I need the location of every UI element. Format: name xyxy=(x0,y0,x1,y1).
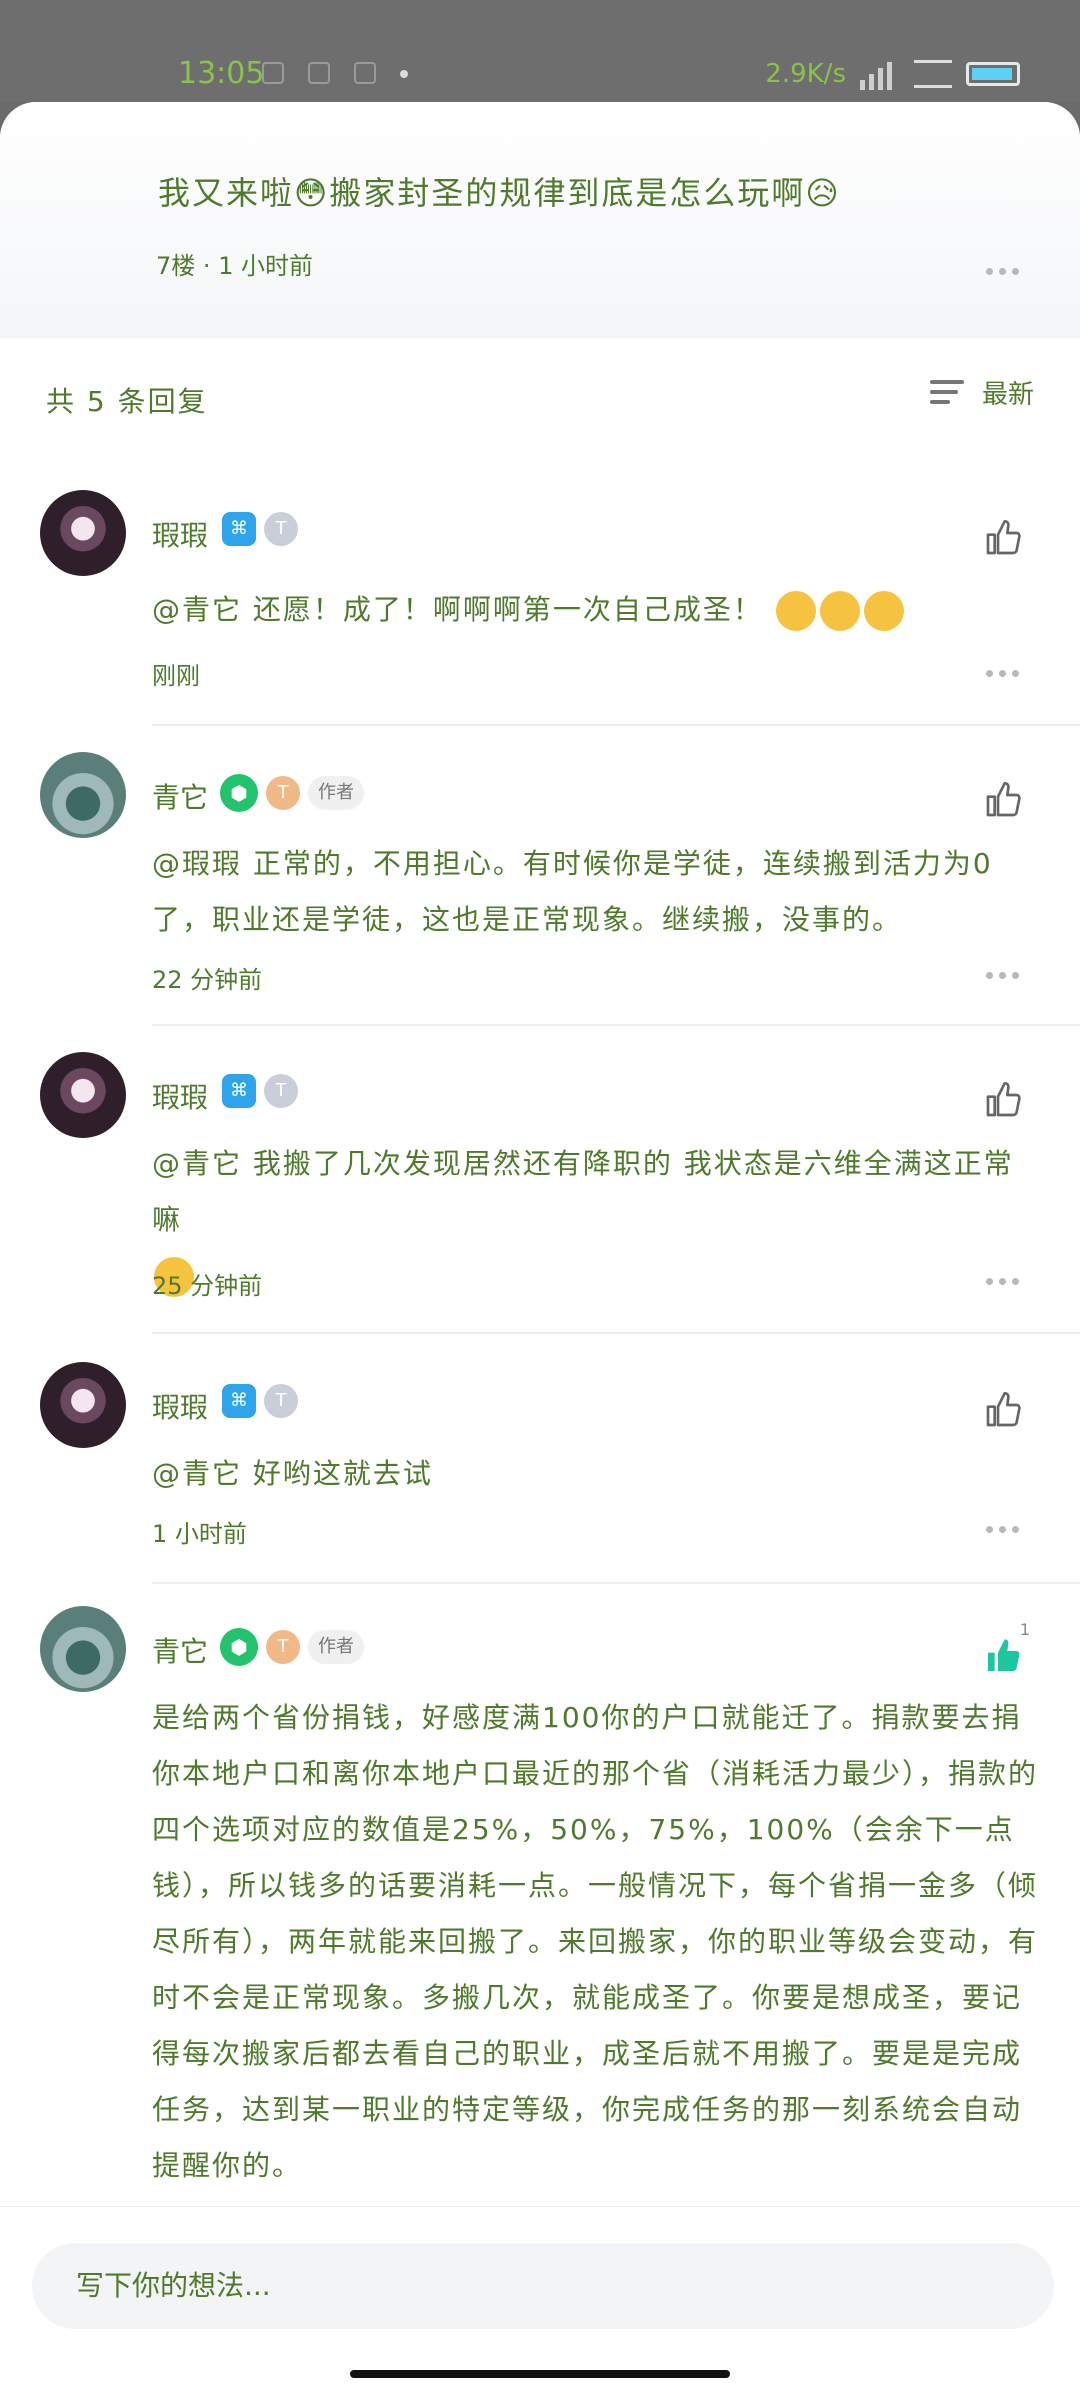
comment-item: 瑕瑕 ⌘ T @青它 我搬了几次发现居然还有降职的 我状态是六维全满这正常嘛 2… xyxy=(0,1052,1080,1352)
user-badges: ⬢ T 作者 xyxy=(220,774,364,812)
comment-author-name[interactable]: 青它 xyxy=(152,776,208,816)
replies-sheet: 我又来啦😳搬家封圣的规律到底是怎么玩啊😥 7楼 · 1 小时前 共 5 条回复 … xyxy=(0,102,1080,2400)
more-notifications-dot-icon xyxy=(400,70,408,78)
comment-text: @青它 好哟这就去试 xyxy=(152,1457,433,1490)
author-tag: 作者 xyxy=(308,776,364,810)
level-badge-icon: T xyxy=(266,776,300,810)
wifi-icon xyxy=(914,60,952,88)
shield-notification-icon xyxy=(354,62,376,84)
divider xyxy=(152,1024,1080,1026)
level-badge-icon: T xyxy=(266,1630,300,1664)
status-right-group: 2.9K/s xyxy=(765,58,1020,90)
comment-time: 22 分钟前 xyxy=(152,966,263,994)
comment-input[interactable]: 写下你的想法... xyxy=(32,2243,1054,2329)
divider xyxy=(152,1582,1080,1584)
parent-comment-text: 我又来啦😳搬家封圣的规律到底是怎么玩啊😥 xyxy=(158,174,841,212)
divider xyxy=(152,1332,1080,1334)
heart-eyes-emoji-icon xyxy=(863,591,904,631)
reply-count: 共 5 条回复 xyxy=(46,385,208,418)
sort-button[interactable]: 最新 xyxy=(929,374,1034,411)
like-count: 1 xyxy=(1019,1620,1030,1639)
avatar[interactable] xyxy=(40,752,126,838)
app-notification-icon xyxy=(308,62,330,84)
like-button[interactable] xyxy=(982,1080,1024,1120)
image-notification-icon xyxy=(262,62,284,84)
comment-text: @青它 还愿！成了！啊啊啊第一次自己成圣！ xyxy=(152,582,1040,638)
signal-icon xyxy=(860,58,900,90)
thumbs-up-icon xyxy=(986,1082,1021,1117)
green-badge-icon: ⬢ xyxy=(220,1628,258,1666)
like-button[interactable] xyxy=(982,780,1024,820)
avatar[interactable] xyxy=(40,1052,126,1138)
parent-comment: 我又来啦😳搬家封圣的规律到底是怎么玩啊😥 7楼 · 1 小时前 xyxy=(0,102,1080,336)
avatar[interactable] xyxy=(40,1606,126,1692)
author-tag: 作者 xyxy=(308,1630,364,1664)
comment-text: 是给两个省份捐钱，好感度满100你的户口就能迁了。捐款要去捐你本地户口和离你本地… xyxy=(152,1701,1039,2182)
like-button[interactable] xyxy=(982,1390,1024,1430)
more-options-icon[interactable] xyxy=(986,670,1019,677)
more-options-icon[interactable] xyxy=(986,268,1019,275)
comment-author-name[interactable]: 瑕瑕 xyxy=(152,1386,208,1426)
comment-author-name[interactable]: 青它 xyxy=(152,1630,208,1670)
comment-text-content: @青它 我搬了几次发现居然还有降职的 我状态是六维全满这正常嘛 xyxy=(152,1147,1014,1236)
sort-icon xyxy=(929,376,968,410)
comment-item: 瑕瑕 ⌘ T @青它 好哟这就去试 1 小时前 xyxy=(0,1362,1080,1602)
comment-text: @瑕瑕 正常的，不用担心。有时候你是学徒，连续搬到活力为0了，职业还是学徒，这也… xyxy=(152,847,993,936)
battery-icon xyxy=(966,62,1020,86)
game-badge-icon: ⌘ xyxy=(222,512,256,546)
status-bar: 13:05 2.9K/s xyxy=(0,0,1080,102)
comment-time: 25 分钟前 xyxy=(152,1272,263,1300)
more-options-icon[interactable] xyxy=(986,1278,1019,1285)
like-button[interactable] xyxy=(982,518,1024,558)
home-indicator[interactable] xyxy=(350,2370,730,2378)
green-badge-icon: ⬢ xyxy=(220,774,258,812)
user-badges: ⌘ T xyxy=(222,1074,298,1108)
parent-comment-meta: 7楼 · 1 小时前 xyxy=(156,252,314,280)
thumbs-up-filled-icon xyxy=(988,1639,1020,1671)
comment-item: 青它 ⬢ T 作者 1 是给两个省份捐钱，好感度满100你的户口就能迁了。捐款要… xyxy=(0,1604,1080,2304)
comment-text: @青它 我搬了几次发现居然还有降职的 我状态是六维全满这正常嘛 xyxy=(152,1136,1040,1304)
comment-time: 刚刚 xyxy=(152,662,200,690)
comment-item: 青它 ⬢ T 作者 @瑕瑕 正常的，不用担心。有时候你是学徒，连续搬到活力为0了… xyxy=(0,750,1080,1050)
game-badge-icon: ⌘ xyxy=(222,1384,256,1418)
divider xyxy=(152,724,1080,726)
like-button[interactable]: 1 xyxy=(982,1620,1030,1676)
heart-eyes-emoji-icon xyxy=(775,591,816,631)
more-options-icon[interactable] xyxy=(986,1526,1019,1533)
network-speed: 2.9K/s xyxy=(765,59,846,89)
level-badge-icon: T xyxy=(264,512,298,546)
thumbs-up-icon xyxy=(986,1392,1021,1427)
avatar[interactable] xyxy=(40,490,126,576)
sort-label: 最新 xyxy=(981,380,1034,410)
status-notification-icons xyxy=(262,62,408,84)
heart-eyes-emoji-icon xyxy=(819,591,860,631)
comment-author-name[interactable]: 瑕瑕 xyxy=(152,1076,208,1116)
divider xyxy=(0,336,1080,338)
user-badges: ⌘ T xyxy=(222,512,298,546)
status-time: 13:05 xyxy=(178,56,265,91)
game-badge-icon: ⌘ xyxy=(222,1074,256,1108)
level-badge-icon: T xyxy=(264,1074,298,1108)
user-badges: ⌘ T xyxy=(222,1384,298,1418)
comment-author-name[interactable]: 瑕瑕 xyxy=(152,514,208,554)
thumbs-up-icon xyxy=(986,520,1021,555)
level-badge-icon: T xyxy=(264,1384,298,1418)
comment-text-content: @青它 还愿！成了！啊啊啊第一次自己成圣！ xyxy=(152,593,763,626)
avatar[interactable] xyxy=(40,1362,126,1448)
more-options-icon[interactable] xyxy=(986,972,1019,979)
comment-time: 1 小时前 xyxy=(152,1520,247,1548)
thumbs-up-icon xyxy=(986,782,1021,817)
user-badges: ⬢ T 作者 xyxy=(220,1628,364,1666)
